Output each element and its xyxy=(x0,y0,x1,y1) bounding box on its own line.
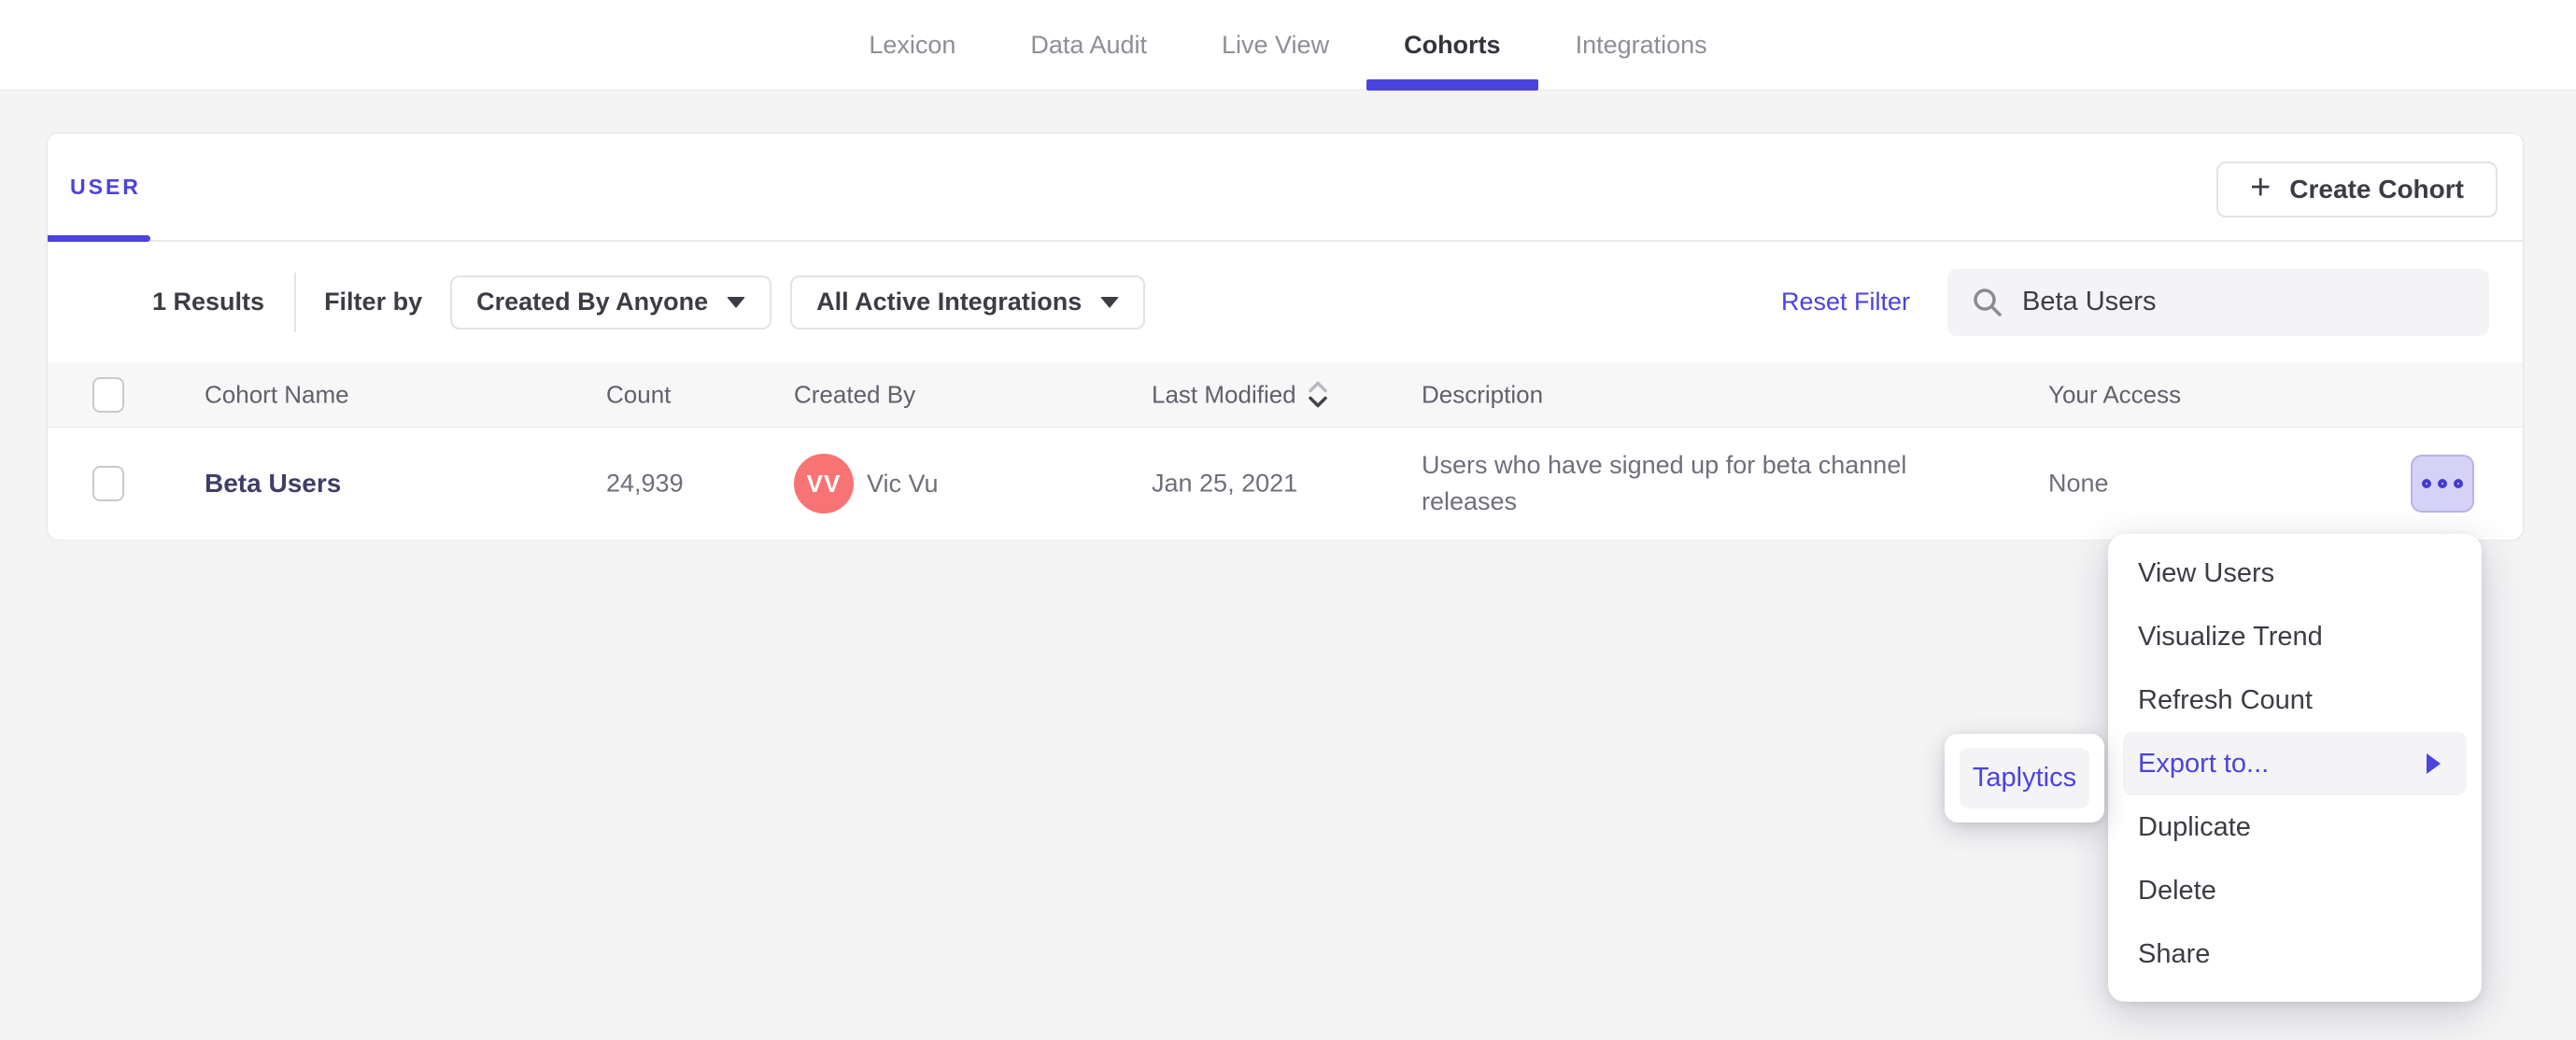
column-header-last-modified[interactable]: Last Modified xyxy=(1152,380,1328,409)
tab-user-underline xyxy=(48,235,150,242)
filter-bar: 1 Results Filter by Created By Anyone Al… xyxy=(48,242,2523,362)
row-checkbox[interactable] xyxy=(92,466,124,501)
nav-tab-label: Data Audit xyxy=(1030,30,1147,59)
create-cohort-button[interactable]: + Create Cohort xyxy=(2216,162,2498,218)
create-cohort-label: Create Cohort xyxy=(2289,175,2464,204)
submenu-arrow-icon xyxy=(2427,753,2441,774)
nav-tab-cohorts[interactable]: Cohorts xyxy=(1366,0,1538,91)
search-box[interactable] xyxy=(1947,268,2489,336)
top-nav: Lexicon Data Audit Live View Cohorts Int… xyxy=(0,0,2576,91)
menu-item-label: Visualize Trend xyxy=(2138,621,2323,652)
cohorts-card: USER + Create Cohort 1 Results Filter by… xyxy=(47,133,2524,540)
nav-tab-label: Lexicon xyxy=(869,30,956,59)
menu-item-visualize-trend[interactable]: Visualize Trend xyxy=(2123,605,2467,668)
menu-item-label: Share xyxy=(2138,938,2211,969)
menu-item-view-users[interactable]: View Users xyxy=(2123,541,2467,605)
integrations-dropdown[interactable]: All Active Integrations xyxy=(790,274,1146,330)
context-menu: View Users Visualize Trend Refresh Count… xyxy=(2108,534,2482,1002)
created-by-cell: VV Vic Vu xyxy=(794,454,939,513)
column-header-last-modified-label: Last Modified xyxy=(1152,380,1296,408)
plus-icon: + xyxy=(2250,168,2272,207)
menu-item-label: Export to... xyxy=(2138,748,2270,779)
nav-tab-lexicon[interactable]: Lexicon xyxy=(869,0,955,91)
column-header-count[interactable]: Count xyxy=(606,380,671,409)
menu-item-label: Delete xyxy=(2138,875,2216,906)
tab-user-label: USER xyxy=(70,175,141,199)
nav-tab-live-view[interactable]: Live View xyxy=(1222,0,1329,91)
cohort-count: 24,939 xyxy=(606,469,684,498)
more-dots-icon xyxy=(2454,479,2463,488)
column-header-description[interactable]: Description xyxy=(1422,376,1982,413)
export-submenu: Taplytics xyxy=(1945,734,2104,822)
column-header-your-access[interactable]: Your Access xyxy=(2048,380,2181,409)
avatar: VV xyxy=(794,454,854,513)
created-by-dropdown-label: Created By Anyone xyxy=(476,288,709,316)
table-row: Beta Users 24,939 VV Vic Vu Jan 25, 2021… xyxy=(48,428,2523,540)
table-header: Cohort Name Count Created By Last Modifi… xyxy=(48,362,2523,428)
menu-item-export-to[interactable]: Export to... xyxy=(2123,732,2467,795)
nav-tab-label: Live View xyxy=(1222,30,1330,59)
search-icon xyxy=(1974,288,2002,316)
more-dots-icon xyxy=(2438,479,2447,488)
more-dots-icon xyxy=(2422,479,2431,488)
menu-item-label: Duplicate xyxy=(2138,811,2251,842)
menu-item-label: Refresh Count xyxy=(2138,684,2313,715)
submenu-item-label: Taplytics xyxy=(1972,763,2077,793)
cohort-name-link[interactable]: Beta Users xyxy=(205,469,341,499)
search-input[interactable] xyxy=(2022,287,2467,317)
chevron-down-icon xyxy=(1100,296,1120,308)
tab-user[interactable]: USER xyxy=(48,134,150,242)
filter-by-label: Filter by xyxy=(324,288,423,316)
menu-item-share[interactable]: Share xyxy=(2123,922,2467,986)
integrations-dropdown-label: All Active Integrations xyxy=(816,288,1083,316)
menu-item-refresh-count[interactable]: Refresh Count xyxy=(2123,668,2467,732)
row-actions-button[interactable] xyxy=(2411,455,2474,513)
chevron-down-icon xyxy=(727,296,746,308)
sort-icon xyxy=(1308,381,1327,408)
created-by-name: Vic Vu xyxy=(867,469,939,498)
created-by-dropdown[interactable]: Created By Anyone xyxy=(450,274,772,330)
card-header: USER + Create Cohort xyxy=(48,134,2523,242)
active-tab-underline xyxy=(1366,78,1538,91)
submenu-item-taplytics[interactable]: Taplytics xyxy=(1960,748,2089,808)
last-modified-value: Jan 25, 2021 xyxy=(1152,469,1298,498)
divider xyxy=(294,272,297,332)
nav-tab-integrations[interactable]: Integrations xyxy=(1576,0,1707,91)
nav-tab-label: Cohorts xyxy=(1404,30,1501,59)
column-header-cohort-name[interactable]: Cohort Name xyxy=(205,380,349,409)
your-access-value: None xyxy=(2048,469,2109,498)
nav-tab-label: Integrations xyxy=(1575,30,1707,59)
reset-filter-link[interactable]: Reset Filter xyxy=(1781,288,1910,316)
nav-tab-data-audit[interactable]: Data Audit xyxy=(1030,0,1147,91)
menu-item-delete[interactable]: Delete xyxy=(2123,859,2467,922)
results-count: 1 Results xyxy=(152,288,265,316)
select-all-checkbox[interactable] xyxy=(92,376,124,413)
menu-item-duplicate[interactable]: Duplicate xyxy=(2123,795,2467,859)
column-header-created-by[interactable]: Created By xyxy=(794,380,915,409)
description-value: Users who have signed up for beta channe… xyxy=(1422,451,1907,515)
menu-item-label: View Users xyxy=(2138,557,2275,588)
